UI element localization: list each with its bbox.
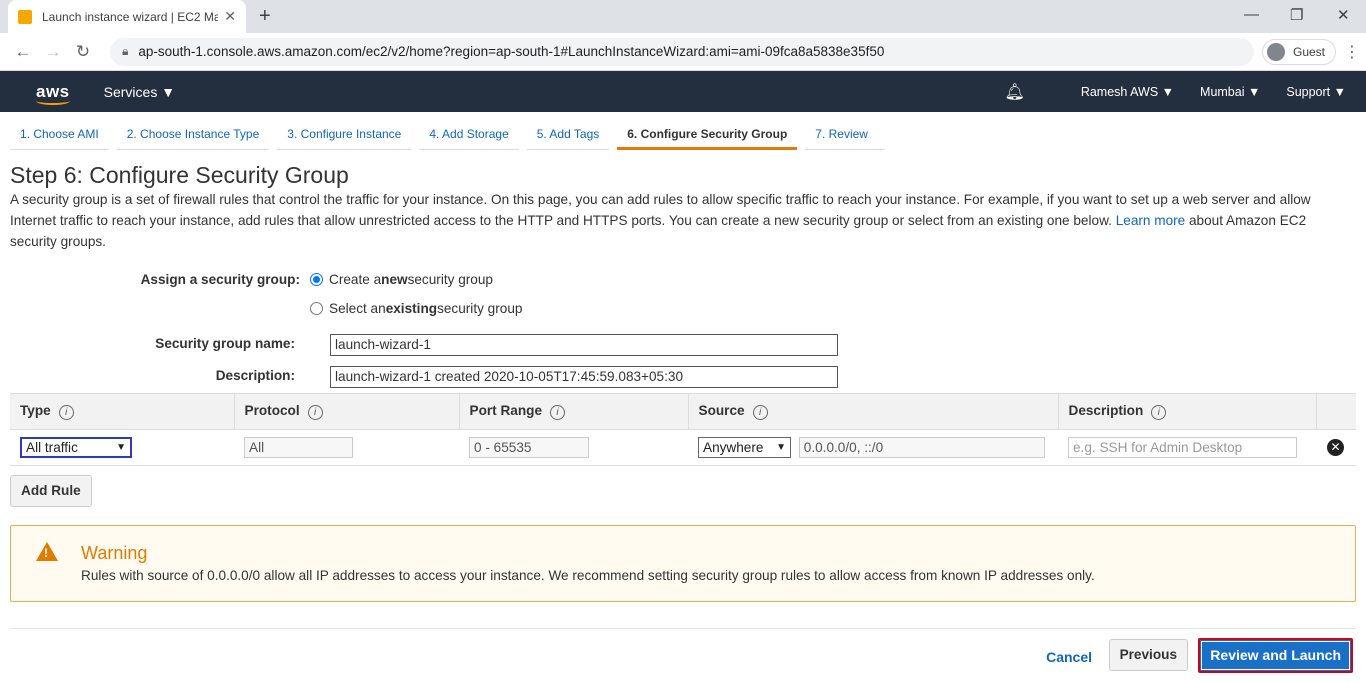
region-menu[interactable]: Mumbai ▼: [1200, 85, 1260, 99]
step-add-tags[interactable]: 5. Add Tags: [526, 127, 610, 150]
step-choose-ami[interactable]: 1. Choose AMI: [10, 127, 109, 150]
radio-unchecked-icon[interactable]: [310, 302, 323, 315]
step-add-storage[interactable]: 4. Add Storage: [419, 127, 519, 150]
rules-header-row: Type i Protocol i Port Range i Source i Desc…: [10, 393, 1356, 430]
info-icon[interactable]: i: [752, 405, 768, 420]
main-content: Step 6: Configure Security Group A secur…: [0, 162, 1366, 602]
aws-favicon-icon: [18, 9, 32, 24]
warning-box: ! Warning Rules with source of 0.0.0.0/0…: [10, 525, 1356, 602]
step-configure-security-group[interactable]: 6. Configure Security Group: [617, 127, 798, 150]
forward-icon[interactable]: →: [38, 42, 68, 62]
back-icon[interactable]: ←: [8, 42, 38, 62]
info-icon[interactable]: i: [550, 405, 566, 420]
header-source: Source i: [687, 393, 1058, 430]
security-group-name-input[interactable]: launch-wizard-1: [330, 334, 838, 356]
browser-tab[interactable]: Launch instance wizard | EC2 Ma ✕: [8, 0, 246, 33]
header-protocol: Protocol i: [233, 393, 459, 430]
type-select[interactable]: All traffic ▼: [20, 437, 132, 458]
profile-label: Guest: [1292, 44, 1325, 59]
tab-title: Launch instance wizard | EC2 Ma: [42, 9, 219, 24]
aws-logo[interactable]: aws: [36, 82, 70, 105]
add-rule-wrap: Add Rule: [10, 475, 1356, 507]
warning-text: Rules with source of 0.0.0.0/0 allow all…: [81, 568, 1095, 583]
remove-rule-icon[interactable]: ✕: [1327, 439, 1344, 456]
services-menu[interactable]: Services ▼: [104, 84, 175, 100]
description-input[interactable]: launch-wizard-1 created 2020-10-05T17:45…: [330, 366, 838, 388]
radio-create-new[interactable]: Create a new security group: [310, 272, 493, 287]
intro-text: A security group is a set of firewall ru…: [10, 192, 1311, 249]
radio-select-existing[interactable]: Select an existing security group: [310, 301, 522, 316]
port-range-input: 0 - 65535: [469, 437, 589, 458]
info-icon[interactable]: i: [58, 405, 74, 420]
cancel-link[interactable]: Cancel: [1046, 649, 1092, 665]
profile-button[interactable]: Guest: [1261, 38, 1336, 65]
info-icon[interactable]: i: [1151, 405, 1167, 420]
security-group-form: Assign a security group: Create a new se…: [10, 252, 1356, 388]
avatar-icon: [1266, 42, 1285, 61]
menu-icon[interactable]: ⋮: [1344, 42, 1360, 62]
address-bar: ← → ↻ 🔒︎ ap-south-1.console.aws.amazon.c…: [0, 33, 1366, 71]
close-window-icon[interactable]: ✕: [1337, 6, 1350, 24]
new-tab-icon[interactable]: +: [259, 5, 271, 28]
previous-button[interactable]: Previous: [1108, 639, 1188, 671]
reload-icon[interactable]: ↻: [68, 42, 98, 62]
rules-table: Type i Protocol i Port Range i Source i Desc…: [10, 393, 1356, 466]
footer-bar: Cancel Previous Review and Launch: [10, 628, 1356, 683]
step-choose-instance-type[interactable]: 2. Choose Instance Type: [116, 127, 270, 150]
rule-description-input[interactable]: e.g. SSH for Admin Desktop: [1068, 437, 1297, 458]
restore-icon[interactable]: ❐: [1290, 6, 1303, 24]
chevron-down-icon: ▼: [776, 442, 786, 453]
close-tab-icon[interactable]: ✕: [224, 8, 236, 25]
step-review[interactable]: 7. Review: [805, 127, 886, 150]
browser-tab-bar: Launch instance wizard | EC2 Ma ✕ + — ❐ …: [0, 0, 1366, 33]
learn-more-link[interactable]: Learn more: [1116, 213, 1186, 228]
header-remove: [1315, 393, 1356, 430]
support-menu[interactable]: Support ▼: [1286, 85, 1346, 99]
description-label: Description:: [215, 368, 295, 383]
aws-top-nav: aws Services ▼ 🔔︎ Ramesh AWS ▼ Mumbai ▼ …: [0, 71, 1366, 112]
url-field[interactable]: 🔒︎ ap-south-1.console.aws.amazon.com/ec2…: [110, 37, 1254, 66]
source-cidr-input[interactable]: 0.0.0.0/0, ::/0: [798, 437, 1045, 458]
radio-checked-icon[interactable]: [310, 273, 323, 286]
header-description: Description i: [1057, 393, 1316, 430]
url-text: ap-south-1.console.aws.amazon.com/ec2/v2…: [138, 44, 885, 59]
warning-title: Warning: [81, 543, 148, 563]
header-port-range: Port Range i: [458, 393, 688, 430]
add-rule-button[interactable]: Add Rule: [10, 475, 92, 507]
chevron-down-icon: ▼: [116, 442, 126, 453]
lock-icon: 🔒︎: [122, 44, 129, 58]
bell-icon[interactable]: 🔔︎: [1005, 82, 1025, 102]
header-type: Type i: [10, 393, 234, 430]
review-and-launch-button[interactable]: Review and Launch: [1198, 638, 1353, 673]
account-menu[interactable]: Ramesh AWS ▼: [1081, 85, 1174, 99]
table-row: All traffic ▼ All 0 - 65535 Anywhere ▼ 0.0…: [10, 429, 1356, 466]
source-select[interactable]: Anywhere ▼: [698, 437, 791, 458]
page-title: Step 6: Configure Security Group: [10, 162, 349, 188]
step-configure-instance[interactable]: 3. Configure Instance: [277, 127, 412, 150]
info-icon[interactable]: i: [307, 405, 323, 420]
protocol-input: All: [244, 437, 353, 458]
assign-label: Assign a security group:: [140, 272, 300, 287]
minimize-icon[interactable]: —: [1244, 6, 1259, 23]
security-group-name-label: Security group name:: [155, 336, 295, 351]
warning-icon: !: [36, 542, 58, 561]
wizard-steps: 1. Choose AMI 2. Choose Instance Type 3.…: [0, 112, 1366, 150]
